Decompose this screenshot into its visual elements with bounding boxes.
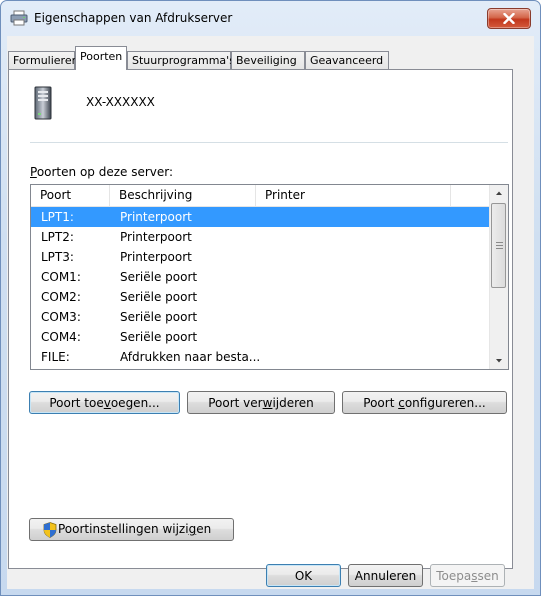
list-header: Poort Beschrijving Printer: [31, 185, 490, 207]
tab-strip: Formulieren Poorten Stuurprogramma's Bev…: [7, 36, 534, 70]
button-label-rest: sen: [477, 568, 499, 583]
server-icon: [34, 86, 52, 123]
tab-label: Beveiliging: [236, 54, 297, 67]
tab-label: Geavanceerd: [310, 54, 384, 67]
tab-beveiliging[interactable]: Beveiliging: [231, 51, 305, 69]
properties-window: Eigenschappen van Afdrukserver Formulier…: [0, 0, 541, 596]
tab-geavanceerd[interactable]: Geavanceerd: [305, 51, 389, 69]
printer-icon: [10, 10, 28, 26]
scroll-up-button[interactable]: [490, 185, 508, 202]
button-label-group: Poortinstellingen wijzigen: [58, 519, 211, 539]
tab-label: Stuurprogramma's: [132, 54, 235, 67]
button-label: Poort ver: [208, 395, 263, 410]
scroll-thumb[interactable]: [491, 203, 506, 288]
ports-label-text-rest: oorten op deze server:: [36, 165, 174, 179]
chevron-up-icon: [496, 191, 502, 195]
list-item[interactable]: LPT1: Printerpoort: [31, 207, 490, 227]
vertical-scrollbar[interactable]: [489, 185, 508, 369]
close-icon: [503, 13, 515, 24]
port-cell: COM1:: [41, 270, 81, 284]
button-mnemonic: w: [262, 395, 273, 410]
port-cell: COM3:: [41, 310, 81, 324]
ports-listview[interactable]: Poort Beschrijving Printer LPT1: Printer…: [30, 184, 509, 370]
button-label-rest: oegen...: [110, 395, 160, 410]
add-port-button[interactable]: Poort toevoegen...: [29, 391, 180, 414]
window-title: Eigenschappen van Afdrukserver: [34, 11, 233, 25]
scroll-down-button[interactable]: [490, 352, 508, 369]
button-label-rest: ijderen: [272, 395, 314, 410]
button-label: Poortinstellingen wijzi: [58, 522, 189, 536]
description-cell: Seriële poort: [120, 290, 198, 304]
change-port-settings-button[interactable]: Poortinstellingen wijzigen: [29, 518, 234, 541]
list-item[interactable]: COM1: Seriële poort: [31, 267, 490, 287]
description-cell: Seriële poort: [120, 270, 198, 284]
tab-label: Formulieren: [13, 54, 79, 67]
button-mnemonic: c: [398, 395, 405, 410]
port-rows: LPT1: Printerpoort LPT2: Printerpoort LP…: [31, 207, 490, 367]
description-cell: Seriële poort: [120, 310, 198, 324]
port-cell: LPT1:: [41, 210, 74, 224]
list-item[interactable]: LPT2: Printerpoort: [31, 227, 490, 247]
description-cell: Printerpoort: [120, 210, 192, 224]
button-label: Toepa: [436, 568, 472, 583]
tab-poorten[interactable]: Poorten: [75, 46, 127, 70]
dialog-client-area: Formulieren Poorten Stuurprogramma's Bev…: [7, 36, 534, 589]
ok-button[interactable]: OK: [266, 564, 341, 587]
ports-label-mnemonic: P: [30, 165, 37, 179]
close-button[interactable]: [487, 8, 531, 29]
button-mnemonic: v: [103, 395, 111, 410]
port-cell: COM2:: [41, 290, 81, 304]
port-cell: COM4:: [41, 330, 81, 344]
column-header-description[interactable]: Beschrijving: [110, 185, 256, 206]
button-label: Poort toe: [49, 395, 104, 410]
separator: [30, 142, 508, 143]
title-bar[interactable]: Eigenschappen van Afdrukserver: [0, 0, 541, 36]
ports-tab-panel: XX-XXXXXX Poorten op deze server: Poort …: [8, 69, 513, 569]
ports-list-label: Poorten op deze server:: [30, 165, 173, 179]
tab-formulieren[interactable]: Formulieren: [8, 51, 79, 69]
description-cell: Printerpoort: [120, 250, 192, 264]
description-cell: Afdrukken naar besta...: [120, 350, 261, 364]
button-label-rest: onfigureren...: [404, 395, 486, 410]
chevron-down-icon: [496, 359, 502, 363]
port-cell: FILE:: [41, 350, 70, 364]
server-name: XX-XXXXXX: [86, 95, 155, 109]
cancel-button[interactable]: Annuleren: [348, 564, 423, 587]
uac-shield-icon: [43, 522, 57, 538]
list-item[interactable]: COM2: Seriële poort: [31, 287, 490, 307]
apply-button[interactable]: Toepassen: [430, 564, 505, 587]
description-cell: Printerpoort: [120, 230, 192, 244]
delete-port-button[interactable]: Poort verwijderen: [187, 391, 335, 414]
port-cell: LPT3:: [41, 250, 74, 264]
button-label: Poort: [363, 395, 399, 410]
grip-icon: [496, 242, 503, 249]
tab-stuurprogrammas[interactable]: Stuurprogramma's: [127, 51, 235, 69]
tab-label: Poorten: [80, 50, 123, 63]
button-label-rest: en: [196, 522, 212, 536]
description-cell: Seriële poort: [120, 330, 198, 344]
list-item[interactable]: LPT3: Printerpoort: [31, 247, 490, 267]
list-item[interactable]: FILE: Afdrukken naar besta...: [31, 347, 490, 367]
list-item[interactable]: COM3: Seriële poort: [31, 307, 490, 327]
configure-port-button[interactable]: Poort configureren...: [342, 391, 507, 414]
list-item[interactable]: COM4: Seriële poort: [31, 327, 490, 347]
column-header-port[interactable]: Poort: [31, 185, 110, 206]
column-header-printer[interactable]: Printer: [256, 185, 451, 206]
port-cell: LPT2:: [41, 230, 74, 244]
